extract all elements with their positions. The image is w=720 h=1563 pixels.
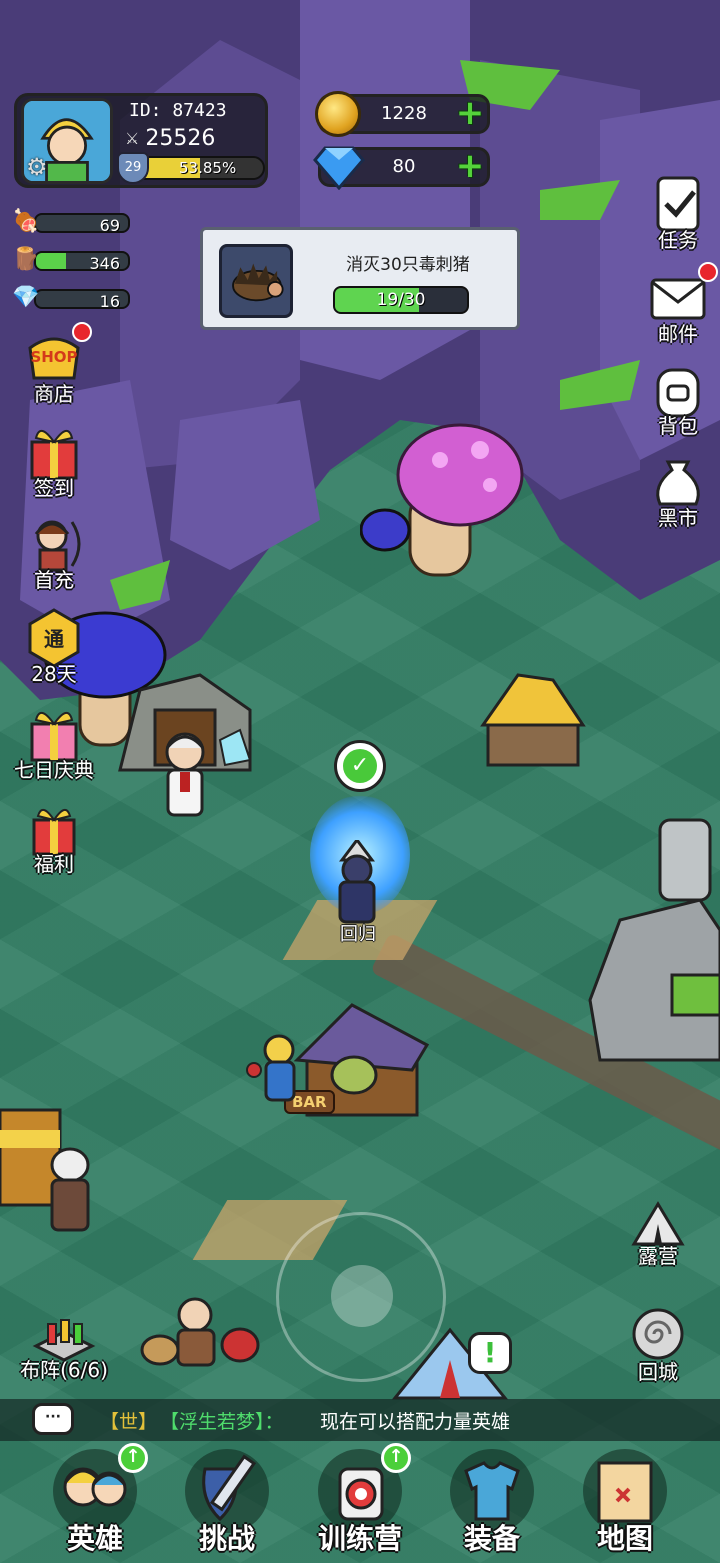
chat-sender[interactable]: 【浮生若梦】： xyxy=(160,1407,284,1434)
diamond-icon xyxy=(313,146,365,190)
nav-equipment[interactable]: 装备 xyxy=(437,1449,547,1559)
quest-progress-bar: 19/30 xyxy=(333,286,469,314)
quest-tracker[interactable]: 消灭30只毒刺猪 19/30 xyxy=(200,227,520,330)
gold-value: 1228 xyxy=(381,103,427,124)
seven-day-label: 七日庆典 xyxy=(14,758,94,782)
exp-percent: 53.85% xyxy=(179,159,237,177)
shop-label: 商店 xyxy=(34,382,74,406)
quest-progress-text: 19/30 xyxy=(376,290,426,310)
pass-28-days-button[interactable]: 通 28天 xyxy=(6,606,102,687)
mail-label: 邮件 xyxy=(658,322,698,346)
portal-label: 回归 xyxy=(340,924,376,945)
nav-challenge[interactable]: 挑战 xyxy=(172,1449,282,1559)
skull-warrior-npc[interactable] xyxy=(30,1140,110,1240)
nav-training[interactable]: ↑ 训练营 xyxy=(305,1443,415,1559)
resource-crystal[interactable]: 16 💎 xyxy=(12,285,130,310)
gold-coin-icon xyxy=(315,91,361,137)
resource-bar: 346 xyxy=(34,251,130,271)
bag-label: 背包 xyxy=(658,414,698,438)
bottom-nav: ↑ 英雄 挑战 ↑ 训练营 装备 地图 xyxy=(0,1441,720,1563)
crossed-swords-icon: ⚔ xyxy=(125,129,140,148)
black-market-label: 黑市 xyxy=(658,506,698,530)
level-badge: 29 xyxy=(117,152,149,184)
formation-button[interactable]: 布阵(6/6) xyxy=(6,1302,122,1383)
crystal-icon: 💎 xyxy=(12,285,40,310)
first-recharge-label: 首充 xyxy=(34,568,74,592)
tasks-label: 任务 xyxy=(658,228,698,252)
virtual-joystick[interactable] xyxy=(276,1212,446,1382)
combat-power: ⚔ 25526 xyxy=(125,126,215,151)
nav-map[interactable]: 地图 xyxy=(570,1449,680,1559)
tasks-button[interactable]: 任务 xyxy=(630,172,720,253)
camp-button[interactable]: 露营 xyxy=(610,1188,706,1269)
pink-mushroom[interactable] xyxy=(360,420,530,580)
resource-fill xyxy=(36,253,67,269)
nav-training-label: 训练营 xyxy=(317,1522,402,1555)
combat-power-value: 25526 xyxy=(145,126,216,151)
quest-complete-bubble[interactable]: ✓ xyxy=(334,740,386,792)
resource-bar: 16 xyxy=(34,289,130,309)
pass-label: 28天 xyxy=(31,662,77,686)
player-id: ID: 87423 xyxy=(129,100,227,121)
notification-dot xyxy=(72,322,92,342)
camp-label: 露营 xyxy=(638,1244,678,1268)
gem-value: 80 xyxy=(392,156,416,177)
quest-title: 消灭30只毒刺猪 xyxy=(346,255,470,275)
resource-value: 346 xyxy=(89,254,120,271)
formation-label: 布阵(6/6) xyxy=(20,1358,108,1382)
nav-equipment-label: 装备 xyxy=(463,1522,520,1555)
stone-statue[interactable] xyxy=(580,800,720,1070)
bag-button[interactable]: 背包 xyxy=(630,358,720,439)
first-recharge-button[interactable]: 首充 xyxy=(6,512,102,593)
player-info-panel[interactable]: ⚙ ID: 87423 ⚔ 25526 53.85% 29 xyxy=(14,93,268,188)
gear-icon[interactable]: ⚙ xyxy=(26,153,48,181)
shop-button[interactable]: SHOP 商店 xyxy=(6,322,102,407)
resource-wood[interactable]: 346 🪵 xyxy=(12,247,130,272)
nav-heroes[interactable]: ↑ 英雄 xyxy=(40,1443,150,1559)
avatar[interactable]: ⚙ xyxy=(21,98,113,184)
upgrade-arrow-icon: ↑ xyxy=(381,1443,411,1473)
chat-channel: 【世】 xyxy=(100,1411,158,1433)
resource-meat[interactable]: 69 🍖 xyxy=(12,209,130,234)
resource-bar: 69 xyxy=(34,213,130,233)
gunner-npc[interactable] xyxy=(244,1030,304,1110)
signin-label: 签到 xyxy=(34,476,74,500)
gold-counter[interactable]: 1228 + xyxy=(315,91,490,137)
meat-icon: 🍖 xyxy=(12,209,40,234)
pass-badge-text: 通 xyxy=(44,627,64,651)
nav-map-label: 地图 xyxy=(596,1522,653,1555)
mail-button[interactable]: 邮件 xyxy=(630,262,720,347)
upgrade-arrow-icon: ↑ xyxy=(118,1443,148,1473)
hedgehog-icon xyxy=(219,244,293,318)
resource-value: 69 xyxy=(99,216,120,233)
nav-heroes-label: 英雄 xyxy=(66,1522,123,1555)
signin-button[interactable]: 签到 xyxy=(6,420,102,501)
nav-challenge-label: 挑战 xyxy=(198,1522,255,1555)
seven-day-event-button[interactable]: 七日庆典 xyxy=(6,702,102,783)
wood-icon: 🪵 xyxy=(12,247,40,272)
welfare-button[interactable]: 福利 xyxy=(6,796,102,877)
hero-character[interactable] xyxy=(322,840,392,930)
chat-message: 现在可以搭配力量英雄 xyxy=(320,1411,511,1433)
check-icon: ✓ xyxy=(343,749,377,783)
joystick-knob[interactable] xyxy=(331,1265,393,1327)
chat-bubble-icon[interactable]: ··· xyxy=(32,1403,74,1435)
chat-bar[interactable]: ··· 【世】 【浮生若梦】： 现在可以搭配力量英雄 xyxy=(0,1399,720,1441)
black-market-button[interactable]: 黑市 xyxy=(630,450,720,531)
return-city-button[interactable]: 回城 xyxy=(610,1304,706,1385)
add-gold-button[interactable]: + xyxy=(455,96,485,130)
straw-hut[interactable] xyxy=(478,670,588,770)
merchant-npc[interactable] xyxy=(140,1290,260,1370)
return-city-label: 回城 xyxy=(638,1360,678,1384)
gem-counter[interactable]: 80 + xyxy=(313,146,490,190)
exclamation-icon[interactable]: ! xyxy=(468,1332,512,1374)
scientist-npc[interactable] xyxy=(150,730,220,825)
resource-value: 16 xyxy=(99,292,120,309)
notification-dot xyxy=(698,262,718,282)
shop-logo-text: SHOP xyxy=(30,348,77,366)
add-gems-button[interactable]: + xyxy=(455,149,485,183)
welfare-label: 福利 xyxy=(34,852,74,876)
